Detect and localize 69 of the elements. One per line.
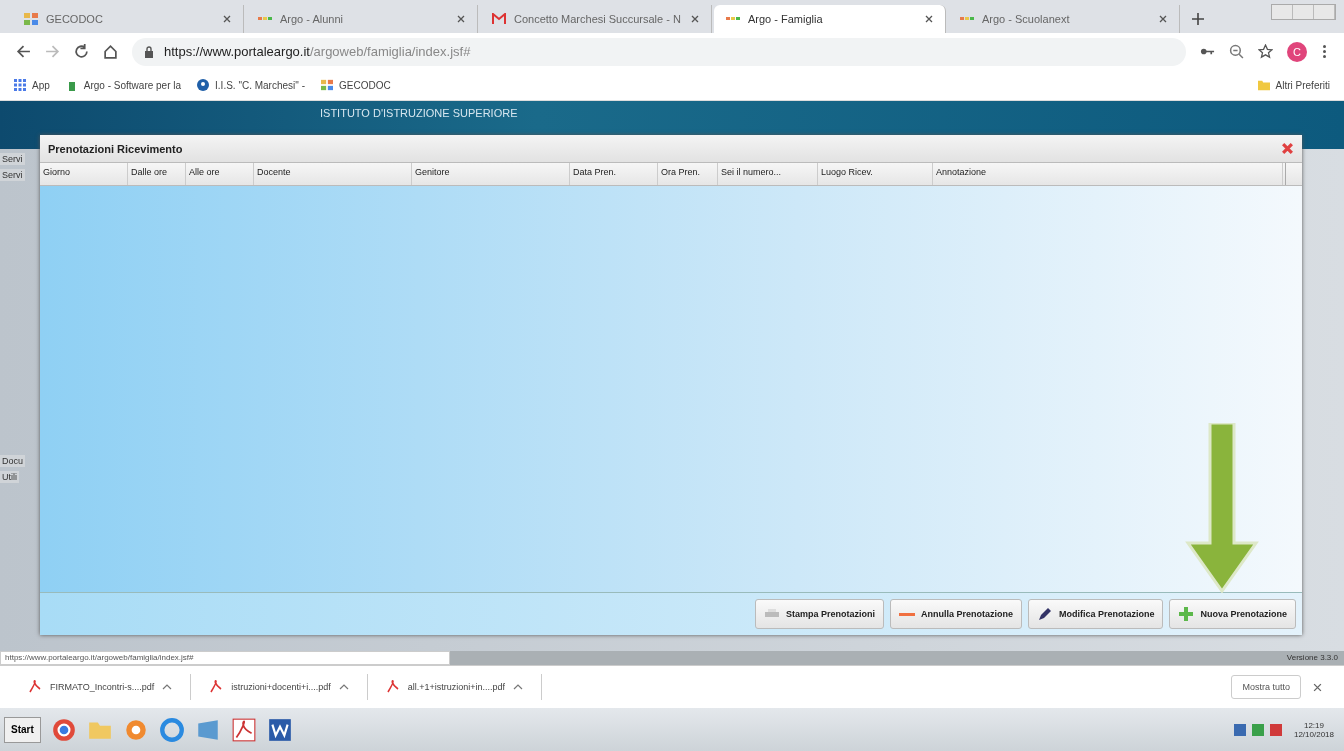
caret-icon <box>338 684 349 690</box>
back-icon[interactable] <box>16 44 31 59</box>
dialog-title: Prenotazioni Ricevimento <box>48 142 183 155</box>
grid-icon <box>320 79 333 91</box>
apps-icon <box>14 79 26 91</box>
close-icon[interactable] <box>925 15 933 23</box>
download-item[interactable]: istruzioni+docenti+i....pdf <box>191 674 368 700</box>
download-item[interactable]: all.+1+istruzioni+in....pdf <box>367 674 543 700</box>
document-icon[interactable] <box>266 716 293 743</box>
caret-icon <box>162 684 173 690</box>
sidebar-label[interactable]: Servi <box>0 153 25 165</box>
browser-tab[interactable]: Argo - Famiglia <box>714 5 946 33</box>
column-header[interactable]: Docente <box>254 163 412 185</box>
column-header[interactable]: Giorno <box>40 163 128 185</box>
pdf-icon <box>28 680 42 694</box>
close-icon[interactable] <box>223 15 231 23</box>
download-item[interactable]: FIRMATO_Incontri-s....pdf <box>10 674 192 700</box>
toolbar-button[interactable]: Stampa Prenotazioni <box>754 599 884 629</box>
toolbar-button[interactable]: Annulla Prenotazione <box>889 599 1022 629</box>
star-icon[interactable] <box>1258 44 1273 59</box>
mail-icon <box>492 13 506 25</box>
plus-icon <box>1178 606 1195 622</box>
column-header[interactable]: Alle ore <box>186 163 254 185</box>
column-header[interactable]: Data Pren. <box>570 163 658 185</box>
column-header[interactable]: Sei il numero... <box>718 163 818 185</box>
globe-icon <box>197 79 210 91</box>
close-icon[interactable] <box>1281 142 1294 155</box>
bookmark[interactable]: App <box>14 79 50 91</box>
pdf-icon[interactable] <box>230 716 257 743</box>
column-header[interactable]: Genitore <box>412 163 570 185</box>
close-icon[interactable] <box>457 15 465 23</box>
bookmark[interactable]: GECODOC <box>320 79 391 91</box>
clock[interactable]: 12:19 12/10/2018 <box>1287 720 1340 739</box>
profile-avatar[interactable]: C <box>1287 41 1307 62</box>
close-icon[interactable] <box>1313 682 1322 692</box>
close-icon[interactable] <box>691 15 699 23</box>
minus-icon <box>898 612 915 616</box>
sidebar-label[interactable]: Servi <box>0 169 25 181</box>
show-all-button[interactable]: Mostra tutto <box>1231 675 1301 699</box>
menu-icon[interactable] <box>1321 43 1328 60</box>
toolbar-button[interactable]: Modifica Prenotazione <box>1027 599 1164 629</box>
start-button[interactable]: Start <box>4 716 41 743</box>
toolbar-button[interactable]: Nuova Prenotazione <box>1169 599 1296 629</box>
close-icon[interactable] <box>1159 15 1167 23</box>
bookmark[interactable]: I.I.S. "C. Marchesi" - <box>197 79 305 91</box>
home-icon[interactable] <box>103 44 118 59</box>
address-bar[interactable]: https://www.portaleargo.it/argoweb/famiglia/index.jsf# <box>132 37 1186 66</box>
new-tab-icon[interactable] <box>1192 13 1204 25</box>
sidebar-label[interactable]: Docu <box>0 455 25 467</box>
grid-icon <box>24 13 38 25</box>
caret-icon <box>513 684 524 690</box>
column-header[interactable]: Ora Pren. <box>658 163 718 185</box>
version-label: Versione 3.3.0 <box>1285 652 1339 664</box>
pdf-icon <box>209 680 224 694</box>
pencil-icon <box>1036 606 1053 622</box>
browser-icon[interactable] <box>50 716 77 743</box>
reload-icon[interactable] <box>74 44 89 59</box>
bookmark[interactable]: Argo - Software per la <box>65 79 182 91</box>
header-title: ISTITUTO D'ISTRUZIONE SUPERIORE <box>320 107 518 121</box>
sidebar-label[interactable]: Utili <box>0 471 19 483</box>
status-url: https://www.portaleargo.it/argoweb/famiglia/index.jsf# <box>0 651 450 665</box>
bookmark-folder[interactable]: Altri Preferiti <box>1257 79 1330 91</box>
lock-icon <box>144 45 154 58</box>
pdf-icon <box>385 680 400 694</box>
zoom-icon[interactable] <box>1229 44 1244 59</box>
column-header[interactable]: Annotazione <box>933 163 1283 185</box>
column-header[interactable]: Dalle ore <box>128 163 186 185</box>
column-header[interactable]: Luogo Ricev. <box>818 163 933 185</box>
folder-icon <box>1257 79 1270 91</box>
